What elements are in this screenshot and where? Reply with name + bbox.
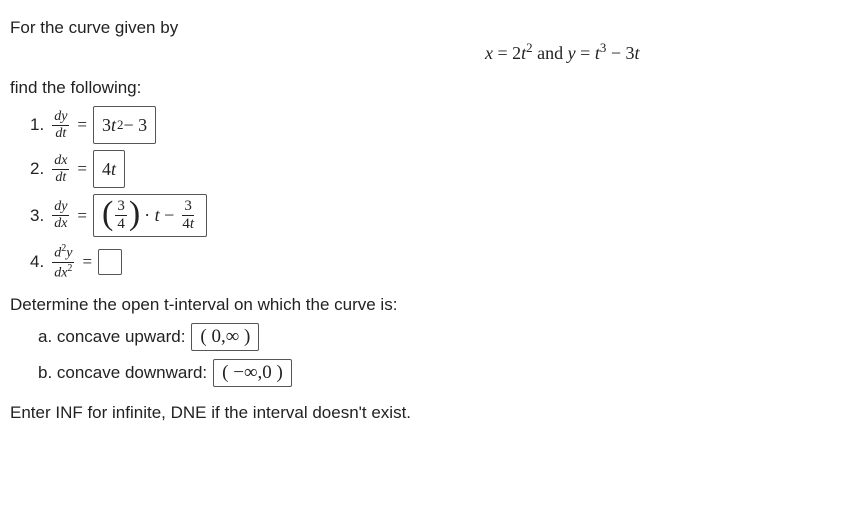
concave-down-label: b. concave downward: xyxy=(38,363,207,383)
concave-down-row: b. concave downward: ( −∞,0 ) xyxy=(38,359,833,387)
answer-4[interactable] xyxy=(98,249,122,275)
dy-dx-label: dy dx xyxy=(52,200,69,231)
dy-dt-label: dy dt xyxy=(52,110,69,141)
determine-text: Determine the open t-interval on which t… xyxy=(10,295,833,315)
answer-3[interactable]: ( 3 4 ) · t − 3 4t xyxy=(93,194,207,237)
concave-down-answer[interactable]: ( −∞,0 ) xyxy=(213,359,292,387)
find-text: find the following: xyxy=(10,78,833,98)
concave-up-row: a. concave upward: ( 0,∞ ) xyxy=(38,323,833,351)
item-3: 3. dy dx = ( 3 4 ) · t − 3 4t xyxy=(30,194,833,237)
answer-2[interactable]: 4t xyxy=(93,150,125,188)
item-4: 4. d2y dx2 = xyxy=(30,243,833,281)
answer-1[interactable]: 3t2 − 3 xyxy=(93,106,156,144)
intro-text: For the curve given by xyxy=(10,18,833,38)
item-2: 2. dx dt = 4t xyxy=(30,150,833,188)
d2y-dx2-label: d2y dx2 xyxy=(52,244,74,280)
parametric-equations: x = 2t2 and y = t3 − 3t xyxy=(485,40,639,64)
item-1: 1. dy dt = 3t2 − 3 xyxy=(30,106,833,144)
dx-dt-label: dx dt xyxy=(52,154,69,185)
concave-up-answer[interactable]: ( 0,∞ ) xyxy=(191,323,259,351)
footer-note: Enter INF for infinite, DNE if the inter… xyxy=(10,403,833,423)
concave-up-label: a. concave upward: xyxy=(38,327,185,347)
